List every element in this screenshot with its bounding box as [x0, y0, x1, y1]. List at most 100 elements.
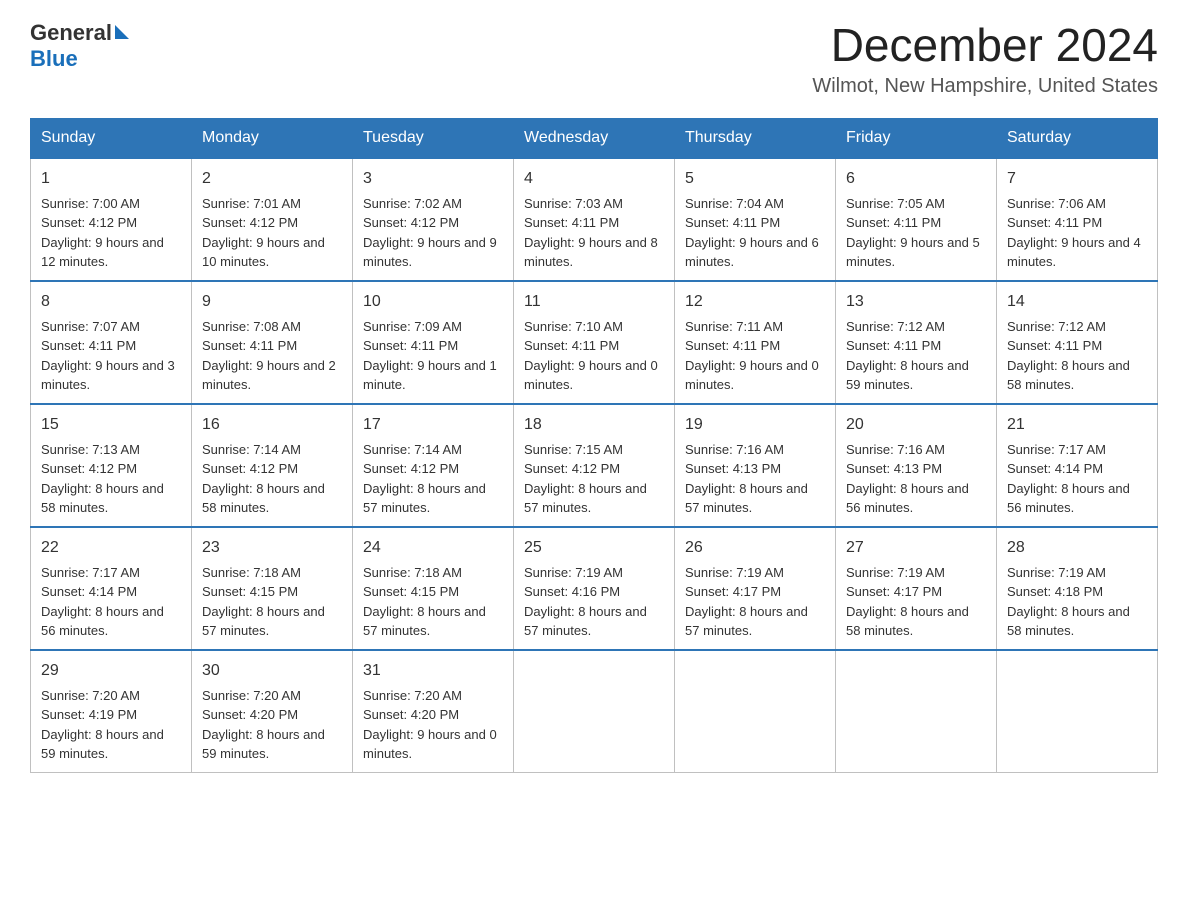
day-number: 15 [41, 413, 181, 437]
day-sunset: Sunset: 4:17 PM [846, 584, 942, 599]
day-number: 9 [202, 290, 342, 314]
day-daylight: Daylight: 8 hours and 57 minutes. [524, 481, 647, 516]
calendar-day-cell: 3Sunrise: 7:02 AMSunset: 4:12 PMDaylight… [353, 158, 514, 281]
calendar-day-cell: 18Sunrise: 7:15 AMSunset: 4:12 PMDayligh… [514, 404, 675, 527]
day-daylight: Daylight: 8 hours and 57 minutes. [685, 604, 808, 639]
calendar-day-cell: 9Sunrise: 7:08 AMSunset: 4:11 PMDaylight… [192, 281, 353, 404]
calendar-day-cell: 26 Sunrise: 7:19 AM Sunset: 4:17 PM Dayligh… [675, 527, 836, 650]
day-sunset: Sunset: 4:13 PM [846, 461, 942, 476]
day-daylight: Daylight: 9 hours and 0 minutes. [363, 727, 497, 762]
day-daylight: Daylight: 8 hours and 57 minutes. [685, 481, 808, 516]
day-sunrise: Sunrise: 7:20 AM [41, 688, 140, 703]
day-sunrise: Sunrise: 7:19 AM [1007, 565, 1106, 580]
calendar-header-row: SundayMondayTuesdayWednesdayThursdayFrid… [31, 118, 1158, 158]
calendar-day-cell: 16Sunrise: 7:14 AMSunset: 4:12 PMDayligh… [192, 404, 353, 527]
calendar-day-cell [997, 650, 1158, 773]
day-sunset: Sunset: 4:11 PM [685, 338, 780, 353]
day-daylight: Daylight: 9 hours and 12 minutes. [41, 235, 164, 270]
day-daylight: Daylight: 8 hours and 59 minutes. [41, 727, 164, 762]
logo: General Blue [30, 20, 129, 72]
day-number: 14 [1007, 290, 1147, 314]
calendar-week-row: 22Sunrise: 7:17 AMSunset: 4:14 PMDayligh… [31, 527, 1158, 650]
day-sunset: Sunset: 4:12 PM [363, 461, 459, 476]
day-daylight: Daylight: 8 hours and 59 minutes. [846, 358, 969, 393]
day-sunset: Sunset: 4:20 PM [202, 707, 298, 722]
day-number: 26 [685, 536, 825, 560]
calendar-day-cell: 22Sunrise: 7:17 AMSunset: 4:14 PMDayligh… [31, 527, 192, 650]
day-sunset: Sunset: 4:12 PM [41, 215, 137, 230]
day-daylight: Daylight: 9 hours and 0 minutes. [685, 358, 819, 393]
day-number: 28 [1007, 536, 1147, 560]
day-number: 16 [202, 413, 342, 437]
day-sunrise: Sunrise: 7:06 AM [1007, 196, 1106, 211]
calendar-week-row: 1Sunrise: 7:00 AMSunset: 4:12 PMDaylight… [31, 158, 1158, 281]
day-of-week-header: Friday [836, 118, 997, 158]
calendar-day-cell: 25Sunrise: 7:19 AMSunset: 4:16 PMDayligh… [514, 527, 675, 650]
day-daylight: Daylight: 8 hours and 58 minutes. [1007, 358, 1130, 393]
day-daylight: Daylight: 9 hours and 8 minutes. [524, 235, 658, 270]
day-daylight: Daylight: 8 hours and 56 minutes. [846, 481, 969, 516]
calendar-day-cell: 27Sunrise: 7:19 AMSunset: 4:17 PMDayligh… [836, 527, 997, 650]
day-sunset: Sunset: 4:19 PM [41, 707, 137, 722]
calendar-day-cell [675, 650, 836, 773]
calendar-week-row: 15Sunrise: 7:13 AMSunset: 4:12 PMDayligh… [31, 404, 1158, 527]
day-of-week-header: Thursday [675, 118, 836, 158]
day-sunset: Sunset: 4:11 PM [685, 215, 780, 230]
day-number: 22 [41, 536, 181, 560]
day-sunset: Sunset: 4:11 PM [363, 338, 458, 353]
day-sunrise: Sunrise: 7:15 AM [524, 442, 623, 457]
day-sunset: Sunset: 4:12 PM [202, 215, 298, 230]
calendar-day-cell: 31Sunrise: 7:20 AMSunset: 4:20 PMDayligh… [353, 650, 514, 773]
day-daylight: Daylight: 9 hours and 6 minutes. [685, 235, 819, 270]
calendar-day-cell: 8Sunrise: 7:07 AMSunset: 4:11 PMDaylight… [31, 281, 192, 404]
day-daylight: Daylight: 8 hours and 56 minutes. [41, 604, 164, 639]
calendar-day-cell: 12Sunrise: 7:11 AMSunset: 4:11 PMDayligh… [675, 281, 836, 404]
day-sunrise: Sunrise: 7:14 AM [202, 442, 301, 457]
calendar-day-cell: 15Sunrise: 7:13 AMSunset: 4:12 PMDayligh… [31, 404, 192, 527]
day-daylight: Daylight: 8 hours and 58 minutes. [1007, 604, 1130, 639]
day-sunrise: Sunrise: 7:16 AM [685, 442, 784, 457]
day-number: 5 [685, 167, 825, 191]
day-number: 6 [846, 167, 986, 191]
day-sunset: Sunset: 4:11 PM [846, 338, 941, 353]
calendar-day-cell: 19Sunrise: 7:16 AMSunset: 4:13 PMDayligh… [675, 404, 836, 527]
calendar-day-cell: 7Sunrise: 7:06 AMSunset: 4:11 PMDaylight… [997, 158, 1158, 281]
day-sunrise: Sunrise: 7:19 AM [685, 565, 784, 580]
day-sunrise: Sunrise: 7:14 AM [363, 442, 462, 457]
day-sunrise: Sunrise: 7:03 AM [524, 196, 623, 211]
calendar-week-row: 29Sunrise: 7:20 AMSunset: 4:19 PMDayligh… [31, 650, 1158, 773]
day-number: 27 [846, 536, 986, 560]
day-sunset: Sunset: 4:14 PM [41, 584, 137, 599]
day-sunrise: Sunrise: 7:08 AM [202, 319, 301, 334]
day-sunset: Sunset: 4:11 PM [846, 215, 941, 230]
day-number: 23 [202, 536, 342, 560]
day-sunrise: Sunrise: 7:05 AM [846, 196, 945, 211]
calendar-day-cell: 4Sunrise: 7:03 AMSunset: 4:11 PMDaylight… [514, 158, 675, 281]
calendar-day-cell: 28Sunrise: 7:19 AMSunset: 4:18 PMDayligh… [997, 527, 1158, 650]
calendar-day-cell: 5 Sunrise: 7:04 AM Sunset: 4:11 PM Daylight… [675, 158, 836, 281]
calendar-day-cell: 29Sunrise: 7:20 AMSunset: 4:19 PMDayligh… [31, 650, 192, 773]
day-daylight: Daylight: 9 hours and 2 minutes. [202, 358, 336, 393]
day-sunset: Sunset: 4:17 PM [685, 584, 781, 599]
calendar-day-cell: 6Sunrise: 7:05 AMSunset: 4:11 PMDaylight… [836, 158, 997, 281]
day-number: 7 [1007, 167, 1147, 191]
day-sunrise: Sunrise: 7:01 AM [202, 196, 301, 211]
calendar-day-cell: 1Sunrise: 7:00 AMSunset: 4:12 PMDaylight… [31, 158, 192, 281]
day-of-week-header: Saturday [997, 118, 1158, 158]
day-sunset: Sunset: 4:12 PM [41, 461, 137, 476]
day-number: 21 [1007, 413, 1147, 437]
day-sunset: Sunset: 4:11 PM [1007, 215, 1102, 230]
day-number: 25 [524, 536, 664, 560]
day-sunset: Sunset: 4:14 PM [1007, 461, 1103, 476]
day-number: 31 [363, 659, 503, 683]
day-sunset: Sunset: 4:16 PM [524, 584, 620, 599]
day-sunset: Sunset: 4:12 PM [524, 461, 620, 476]
title-area: December 2024 Wilmot, New Hampshire, Uni… [812, 20, 1158, 98]
day-number: 2 [202, 167, 342, 191]
day-daylight: Daylight: 8 hours and 57 minutes. [363, 481, 486, 516]
day-sunset: Sunset: 4:11 PM [41, 338, 136, 353]
day-sunrise: Sunrise: 7:19 AM [524, 565, 623, 580]
calendar-week-row: 8Sunrise: 7:07 AMSunset: 4:11 PMDaylight… [31, 281, 1158, 404]
day-sunset: Sunset: 4:20 PM [363, 707, 459, 722]
day-sunrise: Sunrise: 7:04 AM [685, 196, 784, 211]
